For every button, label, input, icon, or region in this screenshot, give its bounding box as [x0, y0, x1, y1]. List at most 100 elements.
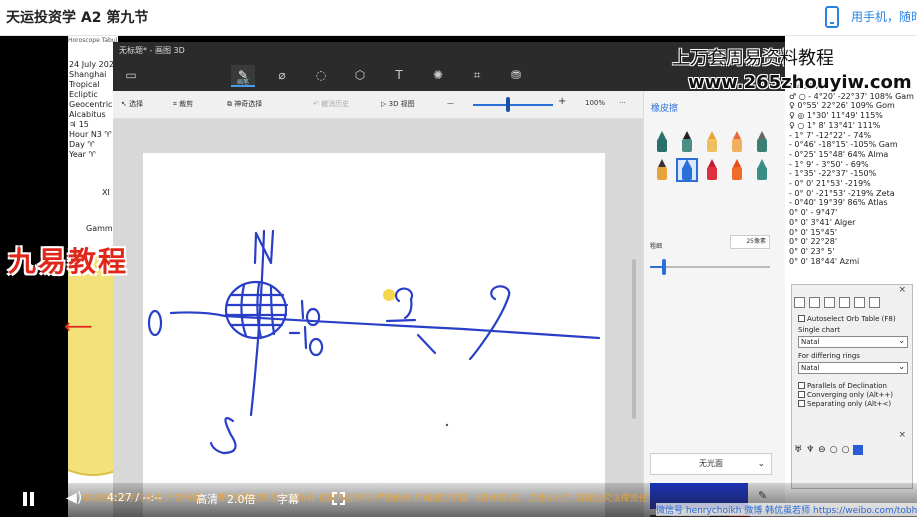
- menu-icon[interactable]: ▭: [119, 65, 143, 87]
- toolbar-button[interactable]: [854, 297, 865, 308]
- volume-icon[interactable]: ◀): [66, 490, 82, 506]
- canvas-icon[interactable]: ⌗: [465, 65, 489, 87]
- vertical-scrollbar[interactable]: [632, 259, 636, 419]
- separating-label: Separating only (Alt+<): [807, 400, 892, 408]
- table-row: - 0°40' 19°39' 86% Atlas: [789, 198, 888, 208]
- weibo-text: 微博 韩优虽若师 https://weibo.com/tobhuhenry: [744, 506, 917, 516]
- zoom-in-button[interactable]: +: [558, 96, 566, 107]
- eraser-icon[interactable]: [676, 158, 698, 182]
- history-button[interactable]: ↶ 撤消历史: [313, 99, 349, 109]
- info-line: Alcabitus: [69, 110, 106, 119]
- marker-icon[interactable]: [652, 131, 672, 153]
- single-chart-select[interactable]: Natal: [798, 335, 908, 348]
- top-bar: 天运投资学 A2 第九节 用手机，随时: [0, 0, 917, 36]
- zoom-slider-track[interactable]: [473, 104, 553, 106]
- glyph-icon[interactable]: ⊖: [818, 445, 826, 455]
- dot: [445, 423, 449, 427]
- subtitles-button[interactable]: 字幕: [277, 491, 299, 507]
- pixel-pen-icon[interactable]: [752, 131, 772, 153]
- toolbar-button[interactable]: [794, 297, 805, 308]
- checkbox[interactable]: [798, 315, 805, 322]
- brush-tool[interactable]: ✎ 画笔: [231, 65, 255, 87]
- watermark-url: www.265zhouyiw.com: [688, 72, 912, 93]
- descending-stroke: [416, 333, 437, 355]
- table-row: - 0° 0' 21°53' -219%: [789, 179, 871, 189]
- close-icon[interactable]: ×: [898, 285, 906, 295]
- zoom-slider-handle[interactable]: [506, 97, 510, 112]
- effects-icon[interactable]: ✺: [426, 65, 450, 87]
- library-icon[interactable]: ⛃: [504, 65, 528, 87]
- differing-rings-label: For differing rings: [798, 352, 860, 360]
- player-controls: 本视频仅供学习参考 严禁传播 … 著作权版权归原作者所有 仅限内部学习 严禁商用…: [0, 483, 917, 517]
- thickness-input[interactable]: 25像素: [730, 235, 770, 249]
- shapes-2d-icon[interactable]: ⌀: [270, 65, 294, 87]
- spray-can-icon[interactable]: [727, 159, 747, 181]
- planet-nine-b: [468, 285, 511, 361]
- view-3d-button[interactable]: ▷ 3D 视图: [381, 99, 415, 109]
- pointer-icon: ↖: [121, 100, 130, 108]
- shapes-3d-icon[interactable]: ◌: [309, 65, 333, 87]
- quality-button[interactable]: 高清: [196, 491, 218, 507]
- fullscreen-icon[interactable]: [332, 492, 345, 505]
- oil-brush-icon[interactable]: [702, 131, 722, 153]
- toolbar-button[interactable]: [809, 297, 820, 308]
- thickness-slider-handle[interactable]: [662, 259, 666, 275]
- planet-toolbar: ♅ ♆ ⊖ ○ ○: [794, 445, 864, 455]
- thickness-slider-track[interactable]: [650, 266, 770, 268]
- close-icon[interactable]: ×: [898, 430, 906, 440]
- crop-button[interactable]: ⌗ 裁剪: [173, 99, 193, 109]
- pause-icon: [30, 492, 34, 506]
- autoselect-option[interactable]: Autoselect Orb Table (F8): [798, 315, 896, 323]
- table-row: 0° 0' 18°44' Azmi: [789, 256, 860, 266]
- separating-option[interactable]: Separating only (Alt+<): [798, 400, 891, 408]
- checkbox[interactable]: [798, 400, 805, 407]
- toolbar-button[interactable]: [824, 297, 835, 308]
- calligraphy-pen-icon[interactable]: [677, 131, 697, 153]
- checkbox[interactable]: [798, 391, 805, 398]
- drawing-canvas[interactable]: [143, 153, 605, 517]
- stickers-icon[interactable]: ⬡: [348, 65, 372, 87]
- magic-select-button[interactable]: ⧉ 神奇选择: [227, 99, 262, 109]
- table-row: - 0°25' 15°48' 64% Alma: [789, 149, 889, 159]
- chevron-down-icon: ⌄: [757, 459, 765, 469]
- pencil-icon[interactable]: [652, 159, 672, 181]
- watercolor-icon[interactable]: [727, 131, 747, 153]
- info-line: Ecliptic: [69, 90, 98, 99]
- toolbar-button[interactable]: [869, 297, 880, 308]
- view-3d-icon: ▷: [381, 100, 389, 108]
- glyph-icon[interactable]: ♆: [806, 445, 814, 455]
- fill-bucket-icon[interactable]: [752, 159, 772, 181]
- select-button[interactable]: ↖ 选择: [121, 99, 143, 109]
- phone-icon[interactable]: [825, 6, 839, 28]
- astro-menubar: Horoscope Tabulati Tables Tools Control …: [68, 37, 118, 44]
- text-icon[interactable]: T: [387, 65, 411, 87]
- pause-button[interactable]: [22, 492, 36, 506]
- glyph-icon[interactable]: ○: [842, 445, 850, 455]
- finish-dropdown[interactable]: 无光面 ⌄: [650, 453, 772, 475]
- info-line: Shanghai: [69, 70, 107, 79]
- star-label: Gamm: [86, 224, 113, 233]
- pause-icon: [23, 492, 27, 506]
- glyph-icon[interactable]: ○: [830, 445, 838, 455]
- crayon-icon[interactable]: [702, 159, 722, 181]
- video-player[interactable]: Horoscope Tabulati Tables Tools Control …: [0, 36, 917, 517]
- differing-rings-select[interactable]: Natal: [798, 361, 908, 374]
- speed-button[interactable]: 2.0倍: [227, 491, 256, 507]
- more-button[interactable]: ···: [619, 99, 626, 107]
- table-row: - 0° 0' -21°53' -219% Zeta: [789, 188, 895, 198]
- table-row: ♀ ◎ 1°30' 11°49' 115%: [789, 111, 883, 121]
- zoom-level: 100%: [585, 99, 606, 107]
- glyph-icon[interactable]: ♅: [794, 445, 802, 455]
- toolbar-button[interactable]: [839, 297, 850, 308]
- parallels-option[interactable]: Parallels of Declination: [798, 382, 887, 390]
- checkbox[interactable]: [798, 382, 805, 389]
- zero-mark: [147, 309, 163, 337]
- mobile-prompt-link[interactable]: 用手机，随时: [851, 8, 917, 25]
- color-square[interactable]: [853, 445, 864, 455]
- weibo-watermark: 微信号 henrychoikh 微博 韩优虽若师 https://weibo.c…: [656, 503, 917, 516]
- wechat-text: 微信号 henrychoikh: [656, 506, 742, 516]
- aspect-options-panel: × Autoselect Orb Table (F8) Single chart…: [791, 284, 913, 489]
- converging-option[interactable]: Converging only (Alt++): [798, 391, 893, 399]
- window-title: 无标题* - 画图 3D: [119, 46, 185, 55]
- zoom-out-button[interactable]: —: [447, 99, 454, 107]
